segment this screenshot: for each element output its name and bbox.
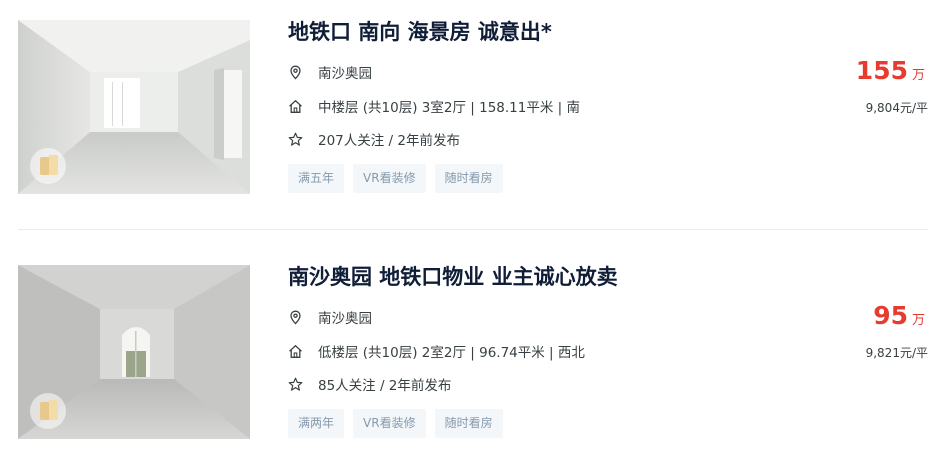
listing-item[interactable]: 南沙奥园 地铁口物业 业主诚心放卖 南沙奥园 低楼层 (共10层) 2室2厅 |… xyxy=(0,245,941,445)
community-link[interactable]: 南沙奥园 xyxy=(318,307,372,327)
unit-price: 9,821元/平 xyxy=(865,346,928,360)
listing-title[interactable]: 地铁口 南向 海景房 诚意出* xyxy=(288,16,552,46)
tag: 满两年 xyxy=(288,409,345,438)
star-icon[interactable] xyxy=(288,132,303,147)
vr-badge-icon[interactable] xyxy=(30,148,66,184)
total-price: 95 万 xyxy=(873,301,925,330)
location-pin-icon xyxy=(288,310,303,325)
tag-list: 满五年 VR看装修 随时看房 xyxy=(288,164,512,193)
listing-title[interactable]: 南沙奥园 地铁口物业 业主诚心放卖 xyxy=(288,261,618,291)
listing-item[interactable]: 地铁口 南向 海景房 诚意出* 南沙奥园 中楼层 (共10层) 3室2厅 | 1… xyxy=(0,0,941,200)
tag: VR看装修 xyxy=(353,164,426,193)
tag-list: 满两年 VR看装修 随时看房 xyxy=(288,409,512,438)
total-price-unit: 万 xyxy=(911,68,925,83)
listing-thumbnail[interactable] xyxy=(18,265,250,439)
community-row: 南沙奥园 xyxy=(288,62,372,82)
house-info-text: 低楼层 (共10层) 2室2厅 | 96.74平米 | 西北 xyxy=(318,345,585,361)
vr-badge-icon[interactable] xyxy=(30,393,66,429)
location-pin-icon xyxy=(288,65,303,80)
total-price-value: 155 xyxy=(855,56,908,85)
house-icon xyxy=(288,99,303,114)
house-info-row: 中楼层 (共10层) 3室2厅 | 158.11平米 | 南 xyxy=(288,96,580,116)
house-info-text: 中楼层 (共10层) 3室2厅 | 158.11平米 | 南 xyxy=(318,100,580,116)
follow-info-row: 85人关注 / 2年前发布 xyxy=(288,374,451,394)
tag: 随时看房 xyxy=(434,164,503,193)
tag: 满五年 xyxy=(288,164,345,193)
listing-divider xyxy=(18,229,928,230)
follow-info-text: 85人关注 / 2年前发布 xyxy=(318,378,452,394)
tag: 随时看房 xyxy=(434,409,503,438)
listing-thumbnail[interactable] xyxy=(18,20,250,194)
star-icon[interactable] xyxy=(288,377,303,392)
follow-info-row: 207人关注 / 2年前发布 xyxy=(288,129,460,149)
house-info-row: 低楼层 (共10层) 2室2厅 | 96.74平米 | 西北 xyxy=(288,341,585,361)
tag: VR看装修 xyxy=(353,409,426,438)
community-row: 南沙奥园 xyxy=(288,307,372,327)
unit-price: 9,804元/平 xyxy=(865,101,928,115)
total-price-value: 95 xyxy=(873,301,908,330)
total-price-unit: 万 xyxy=(911,313,925,328)
total-price: 155 万 xyxy=(856,56,925,85)
follow-info-text: 207人关注 / 2年前发布 xyxy=(318,133,460,149)
community-link[interactable]: 南沙奥园 xyxy=(318,62,372,82)
house-icon xyxy=(288,344,303,359)
